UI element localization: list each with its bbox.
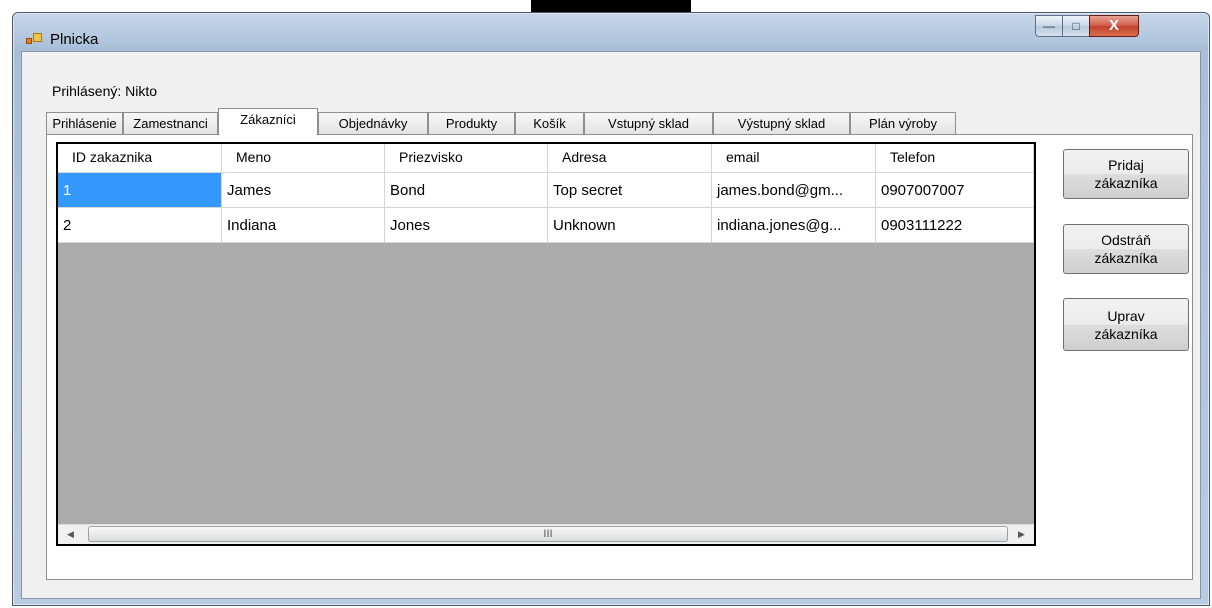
grid-cell[interactable]: 1: [58, 173, 222, 208]
client-area: Prihlásený: Nikto Prihlásenie Zamestnanc…: [21, 51, 1201, 599]
grid-cell[interactable]: indiana.jones@g...: [712, 208, 876, 243]
grid-cell[interactable]: Bond: [385, 173, 548, 208]
app-window: Plnicka — □ X Prihlásený: Nikto Prihláse…: [12, 12, 1210, 606]
grid-cell[interactable]: Unknown: [548, 208, 712, 243]
minimize-button[interactable]: —: [1035, 15, 1063, 37]
table-row[interactable]: 2 Indiana Jones Unknown indiana.jones@g.…: [58, 208, 1034, 243]
grid-cell[interactable]: Indiana: [222, 208, 385, 243]
maximize-button[interactable]: □: [1062, 15, 1090, 37]
tab-produkty[interactable]: Produkty: [428, 112, 515, 134]
grid-cell[interactable]: 0903111222: [876, 208, 1034, 243]
column-header-meno[interactable]: Meno: [222, 144, 385, 173]
tab-zamestnanci[interactable]: Zamestnanci: [123, 112, 218, 134]
edit-customer-label-2: zákazníka: [1094, 326, 1158, 342]
horizontal-scrollbar[interactable]: ◀ III ▶: [58, 524, 1034, 544]
edit-customer-button[interactable]: Uprav zákazníka: [1063, 298, 1189, 351]
tab-objednavky[interactable]: Objednávky: [318, 112, 428, 134]
grid-cell[interactable]: Jones: [385, 208, 548, 243]
remove-customer-button[interactable]: Odstráň zákazníka: [1063, 224, 1189, 274]
scrollbar-thumb[interactable]: III: [88, 526, 1008, 542]
tab-prihlasenie[interactable]: Prihlásenie: [46, 112, 123, 134]
top-black-bar: [531, 0, 691, 12]
window-title: Plnicka: [50, 31, 99, 48]
logged-in-label: Prihlásený: Nikto: [52, 83, 158, 99]
grid-cell[interactable]: 2: [58, 208, 222, 243]
tab-vystupny-sklad[interactable]: Výstupný sklad: [713, 112, 850, 134]
grid-cell[interactable]: James: [222, 173, 385, 208]
add-customer-button[interactable]: Pridaj zákazníka: [1063, 149, 1189, 199]
scroll-right-icon[interactable]: ▶: [1013, 525, 1030, 543]
column-header-priezvisko[interactable]: Priezvisko: [385, 144, 548, 173]
edit-customer-label-1: Uprav: [1107, 308, 1145, 324]
add-customer-label-1: Pridaj: [1108, 157, 1144, 173]
grid-header: ID zakaznika Meno Priezvisko Adresa emai…: [58, 144, 1034, 173]
remove-customer-label-1: Odstráň: [1101, 232, 1151, 248]
tab-plan-vyroby[interactable]: Plán výroby: [850, 112, 956, 134]
title-bar[interactable]: Plnicka — □ X: [13, 13, 1209, 51]
scroll-left-icon[interactable]: ◀: [62, 525, 79, 543]
customers-grid[interactable]: ID zakaznika Meno Priezvisko Adresa emai…: [56, 142, 1036, 546]
grid-cell[interactable]: 0907007007: [876, 173, 1034, 208]
add-customer-label-2: zákazníka: [1094, 175, 1158, 191]
column-header-email[interactable]: email: [712, 144, 876, 173]
remove-customer-label-2: zákazníka: [1094, 250, 1158, 266]
column-header-telefon[interactable]: Telefon: [876, 144, 1034, 173]
app-icon: [26, 33, 42, 47]
grid-cell[interactable]: james.bond@gm...: [712, 173, 876, 208]
tab-zakaznici[interactable]: Zákazníci: [218, 108, 318, 135]
grid-cell[interactable]: Top secret: [548, 173, 712, 208]
customers-tab-panel: ID zakaznika Meno Priezvisko Adresa emai…: [46, 134, 1193, 580]
tab-kosik[interactable]: Košík: [515, 112, 584, 134]
column-header-id[interactable]: ID zakaznika: [58, 144, 222, 173]
close-button[interactable]: X: [1089, 15, 1139, 37]
table-row[interactable]: 1 James Bond Top secret james.bond@gm...…: [58, 173, 1034, 208]
tab-vstupny-sklad[interactable]: Vstupný sklad: [584, 112, 713, 134]
column-header-adresa[interactable]: Adresa: [548, 144, 712, 173]
